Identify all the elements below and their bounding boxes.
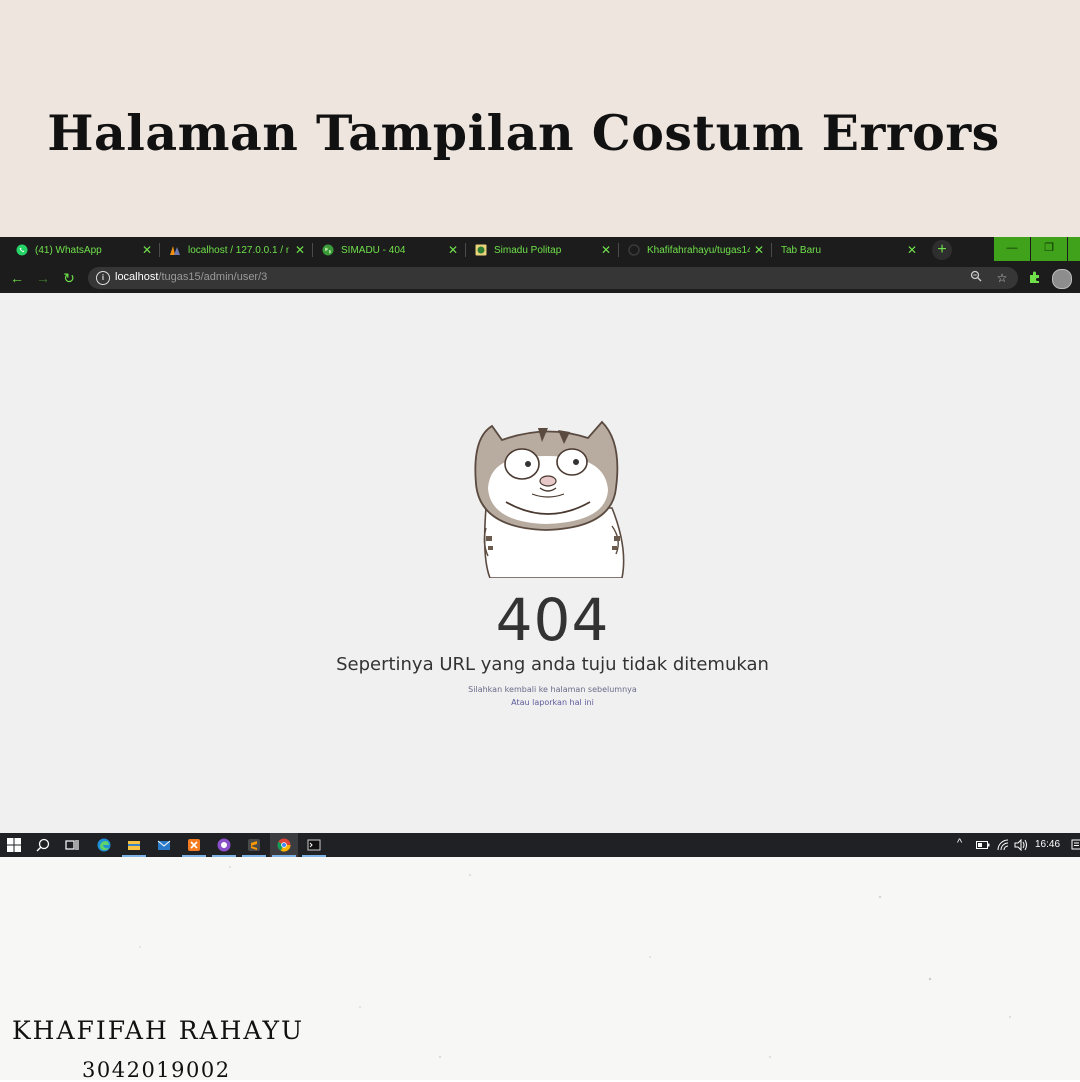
author-name: KHAFIFAH RAHAYU bbox=[12, 1016, 305, 1045]
poster-title: Halaman Tampilan Costum Errors bbox=[47, 104, 1000, 162]
site-info-icon[interactable]: i bbox=[96, 271, 110, 285]
error-code: 404 bbox=[495, 586, 610, 654]
close-tab-icon[interactable]: ✕ bbox=[295, 243, 305, 257]
poster-footer bbox=[0, 857, 1080, 1080]
bookmark-star-icon[interactable]: ☆ bbox=[994, 270, 1010, 286]
volume-icon[interactable] bbox=[1013, 837, 1029, 853]
url-path: /tugas15/admin/user/3 bbox=[158, 271, 268, 283]
battery-icon[interactable] bbox=[975, 837, 991, 853]
extensions-puzzle-icon[interactable] bbox=[1028, 270, 1042, 287]
tab-label: Simadu Politap bbox=[494, 244, 562, 256]
phpmyadmin-icon bbox=[169, 244, 181, 256]
tab-separator bbox=[465, 243, 466, 257]
tab-simadu-politap[interactable]: Simadu Politap bbox=[475, 237, 595, 263]
tab-new-tab[interactable]: Tab Baru bbox=[781, 237, 901, 263]
tab-label: localhost / 127.0.0.1 / n bbox=[188, 244, 289, 256]
tab-separator bbox=[312, 243, 313, 257]
back-arrow-icon[interactable]: ← bbox=[8, 269, 26, 287]
windows-start-icon[interactable] bbox=[6, 837, 22, 853]
github-icon bbox=[628, 244, 640, 256]
windows-taskbar: ^ 16:46 bbox=[0, 833, 1080, 857]
close-tab-icon[interactable]: ✕ bbox=[448, 243, 458, 257]
tab-separator bbox=[159, 243, 160, 257]
chevron-up-icon[interactable]: ^ bbox=[957, 837, 962, 849]
student-id: 3042019002 bbox=[82, 1058, 231, 1082]
task-view-icon[interactable] bbox=[64, 837, 80, 853]
reload-icon[interactable]: ↻ bbox=[60, 269, 78, 287]
tab-bar: (41) WhatsApp ✕ localhost / 127.0.0.1 / … bbox=[0, 237, 1080, 263]
chrome-icon[interactable] bbox=[276, 837, 292, 853]
sublime-text-icon[interactable] bbox=[246, 837, 262, 853]
clock-time[interactable]: 16:46 bbox=[1035, 839, 1060, 850]
notification-icon[interactable] bbox=[1068, 837, 1080, 853]
app-purple-icon[interactable] bbox=[216, 837, 232, 853]
tab-separator bbox=[618, 243, 619, 257]
browser-toolbar: ← → ↻ i localhost/tugas15/admin/user/3 ☆ bbox=[0, 263, 1080, 293]
error-message: Sepertinya URL yang anda tuju tidak dite… bbox=[336, 654, 769, 675]
poster-header: Halaman Tampilan Costum Errors bbox=[0, 0, 1080, 237]
cat-illustration bbox=[462, 418, 630, 583]
tab-label: Tab Baru bbox=[781, 244, 822, 256]
file-explorer-icon[interactable] bbox=[126, 837, 142, 853]
politap-logo-icon bbox=[475, 244, 487, 256]
wifi-icon[interactable] bbox=[995, 837, 1011, 853]
browser-window: (41) WhatsApp ✕ localhost / 127.0.0.1 / … bbox=[0, 237, 1080, 857]
profile-avatar[interactable] bbox=[1052, 269, 1072, 289]
tab-label: SIMADU - 404 bbox=[341, 244, 406, 256]
tab-whatsapp[interactable]: (41) WhatsApp bbox=[16, 237, 136, 263]
restore-button[interactable]: ❐ bbox=[1031, 237, 1067, 261]
new-tab-button[interactable]: + bbox=[932, 240, 952, 260]
page-content: 404 Sepertinya URL yang anda tuju tidak … bbox=[0, 293, 1080, 833]
close-window-button[interactable] bbox=[1068, 237, 1080, 261]
terminal-icon[interactable] bbox=[306, 837, 322, 853]
tab-phpmyadmin[interactable]: localhost / 127.0.0.1 / n bbox=[169, 237, 289, 263]
close-tab-icon[interactable]: ✕ bbox=[907, 243, 917, 257]
paper-texture bbox=[139, 866, 1011, 1058]
url-text[interactable]: localhost/tugas15/admin/user/3 bbox=[115, 271, 267, 283]
url-host: localhost bbox=[115, 271, 159, 283]
globe-icon bbox=[322, 244, 334, 256]
close-tab-icon[interactable]: ✕ bbox=[601, 243, 611, 257]
xampp-icon[interactable] bbox=[186, 837, 202, 853]
search-icon[interactable] bbox=[35, 837, 51, 853]
minimize-button[interactable]: — bbox=[994, 237, 1030, 261]
tab-label: (41) WhatsApp bbox=[35, 244, 102, 256]
forward-arrow-icon[interactable]: → bbox=[34, 269, 52, 287]
close-tab-icon[interactable]: ✕ bbox=[142, 243, 152, 257]
tab-label: Khafifahrahayu/tugas14 bbox=[647, 244, 750, 256]
mail-icon[interactable] bbox=[156, 837, 172, 853]
edge-icon[interactable] bbox=[96, 837, 112, 853]
close-tab-icon[interactable]: ✕ bbox=[754, 243, 764, 257]
tab-simadu-404[interactable]: SIMADU - 404 bbox=[322, 237, 442, 263]
tab-github[interactable]: Khafifahrahayu/tugas14 bbox=[628, 237, 750, 263]
error-hint: Silahkan kembali ke halaman sebelumnya bbox=[468, 685, 637, 694]
address-bar[interactable]: i localhost/tugas15/admin/user/3 ☆ bbox=[88, 267, 1018, 289]
report-link[interactable]: Atau laporkan hal ini bbox=[0, 698, 1080, 707]
zoom-icon[interactable] bbox=[968, 270, 984, 286]
whatsapp-icon bbox=[16, 244, 28, 256]
tab-separator bbox=[771, 243, 772, 257]
